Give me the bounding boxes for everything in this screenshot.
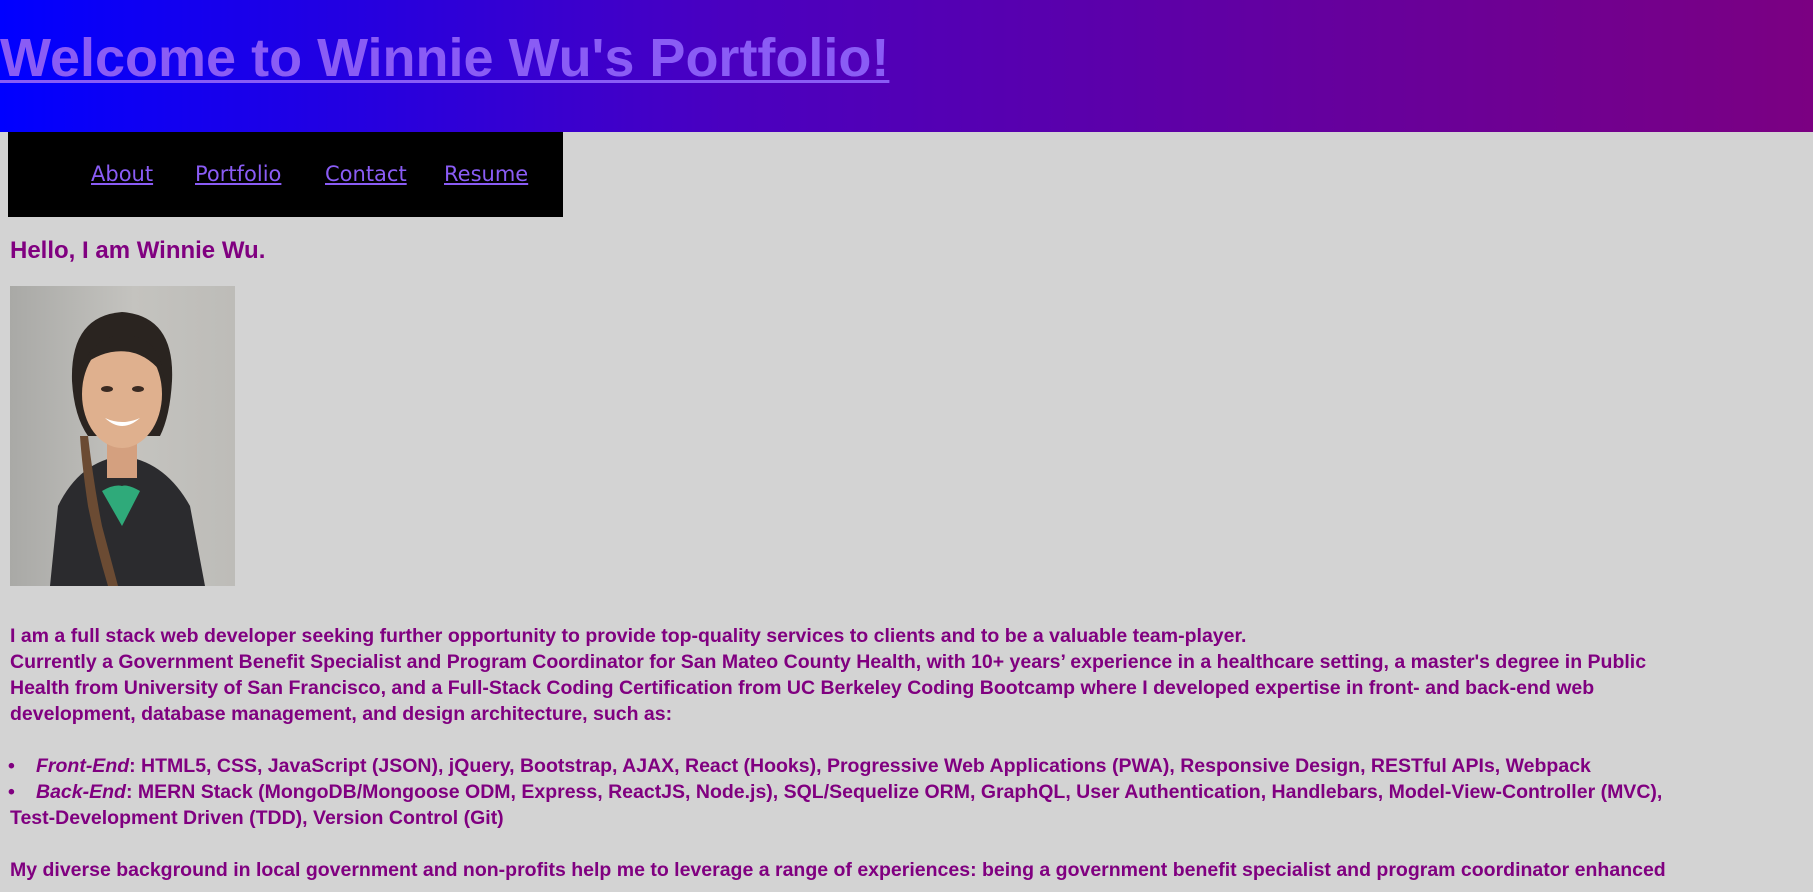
intro-paragraph: I am a full stack web developer seeking …	[10, 625, 1247, 647]
skill-label: Back-End	[36, 781, 126, 803]
about-content: I am a full stack web developer seeking …	[8, 623, 1805, 883]
site-title-link[interactable]: Welcome to Winnie Wu's Portfolio!	[0, 26, 889, 90]
greeting-heading: Hello, I am Winnie Wu.	[10, 237, 266, 264]
skills-list: • Front-End: HTML5, CSS, JavaScript (JSON…	[8, 753, 1805, 831]
background-line: Health from University of San Francisco,…	[10, 677, 1595, 699]
site-header: Welcome to Winnie Wu's Portfolio!	[0, 0, 1813, 132]
skill-description: : MERN Stack (MongoDB/Mongoose ODM, Expr…	[125, 781, 1663, 803]
skill-item-back-end-continued: Test-Development Driven (TDD), Version C…	[10, 805, 1805, 831]
nav-link-contact[interactable]: Contact	[325, 161, 407, 187]
skill-label: Front-End	[36, 755, 130, 777]
bullet-icon: •	[8, 781, 15, 803]
skill-item-back-end: • Back-End: MERN Stack (MongoDB/Mongoose …	[8, 779, 1805, 805]
background-line: development, database management, and de…	[10, 703, 673, 725]
skill-description: Test-Development Driven (TDD), Version C…	[10, 807, 504, 829]
skill-description: : HTML5, CSS, JavaScript (JSON), jQuery,…	[129, 755, 1591, 777]
nav-link-about[interactable]: About	[91, 161, 153, 187]
background-line: Currently a Government Benefit Specialis…	[10, 651, 1647, 673]
nav-link-portfolio[interactable]: Portfolio	[195, 161, 281, 187]
closing-paragraph: My diverse background in local governmen…	[10, 859, 1666, 881]
profile-photo	[10, 286, 235, 586]
main-nav: About Portfolio Contact Resume	[8, 132, 563, 217]
bullet-icon: •	[8, 755, 15, 777]
nav-link-resume[interactable]: Resume	[444, 161, 528, 187]
skill-item-front-end: • Front-End: HTML5, CSS, JavaScript (JSON…	[8, 753, 1805, 779]
